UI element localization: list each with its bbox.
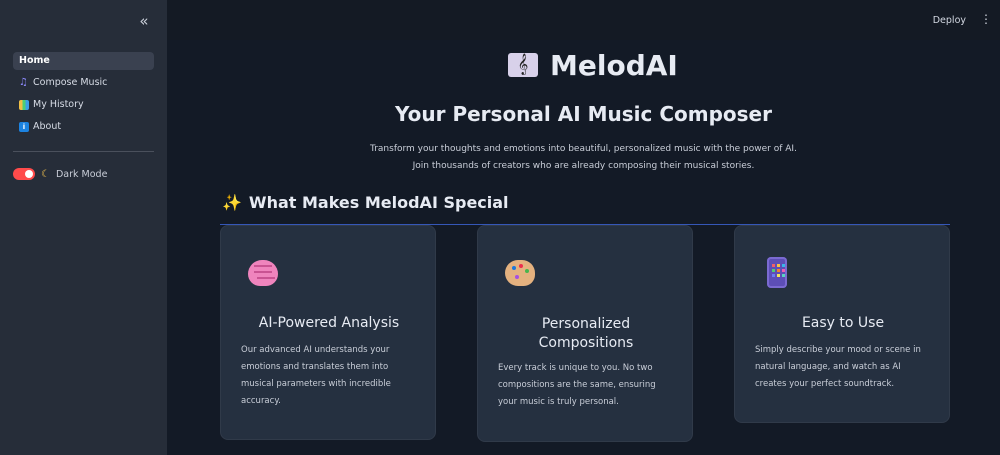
- sidebar-item-label: Compose Music: [33, 77, 108, 88]
- feature-description: Simply describe your mood or scene in na…: [755, 345, 921, 389]
- sidebar-divider: [13, 151, 154, 152]
- feature-card-personalized-compositions: Personalized Compositions Every track is…: [477, 225, 693, 442]
- brain-icon: [246, 256, 280, 290]
- main-content: 𝄞 MelodAI Your Personal AI Music Compose…: [167, 40, 1000, 455]
- deploy-button[interactable]: Deploy: [933, 15, 966, 26]
- sidebar: « Home ♫ Compose Music My History i Abou…: [0, 0, 167, 455]
- feature-card-ai-powered-analysis: AI-Powered Analysis Our advanced AI unde…: [220, 225, 436, 440]
- section-title-label: What Makes MelodAI Special: [248, 193, 509, 212]
- mobile-phone-icon: [760, 256, 794, 290]
- feature-title: Easy to Use: [801, 315, 885, 331]
- features-section-title: ✨ What Makes MelodAI Special: [222, 193, 509, 212]
- sidebar-item-label: About: [33, 121, 62, 132]
- feature-description: Every track is unique to you. No two com…: [498, 363, 656, 407]
- music-note-icon: ♫: [19, 77, 28, 88]
- sidebar-nav: Home ♫ Compose Music My History i About: [13, 52, 154, 140]
- collapse-sidebar-icon[interactable]: «: [134, 12, 154, 30]
- top-bar: Deploy ⋮: [167, 0, 1000, 40]
- sidebar-item-compose-music[interactable]: ♫ Compose Music: [13, 74, 154, 92]
- sidebar-item-about[interactable]: i About: [13, 118, 154, 136]
- dark-mode-label: Dark Mode: [55, 168, 108, 180]
- sidebar-item-my-history[interactable]: My History: [13, 96, 154, 114]
- feature-description: Our advanced AI understands your emotion…: [241, 345, 391, 406]
- feature-card-easy-to-use: Easy to Use Simply describe your mood or…: [734, 225, 950, 423]
- palette-icon: [503, 256, 537, 290]
- hero-title: Your Personal AI Music Composer: [395, 102, 772, 126]
- app-name: MelodAI: [550, 48, 678, 82]
- sidebar-item-home[interactable]: Home: [13, 52, 154, 70]
- dark-mode-switch[interactable]: [13, 168, 35, 180]
- more-menu-icon[interactable]: ⋮: [980, 12, 992, 26]
- moon-icon: ☾: [41, 168, 50, 180]
- sidebar-item-label: Home: [19, 55, 50, 66]
- app-logo: 𝄞 MelodAI: [508, 48, 678, 82]
- music-clef-icon: 𝄞: [508, 53, 538, 77]
- hero-description: Transform your thoughts and emotions int…: [370, 144, 797, 171]
- sidebar-item-label: My History: [33, 99, 84, 110]
- dark-mode-toggle[interactable]: ☾ Dark Mode: [13, 168, 107, 180]
- sparkles-icon: ✨: [222, 193, 242, 212]
- info-icon: i: [19, 122, 29, 132]
- books-icon: [19, 100, 29, 110]
- feature-title: AI-Powered Analysis: [258, 315, 400, 331]
- feature-title: Personalized Compositions: [538, 316, 634, 351]
